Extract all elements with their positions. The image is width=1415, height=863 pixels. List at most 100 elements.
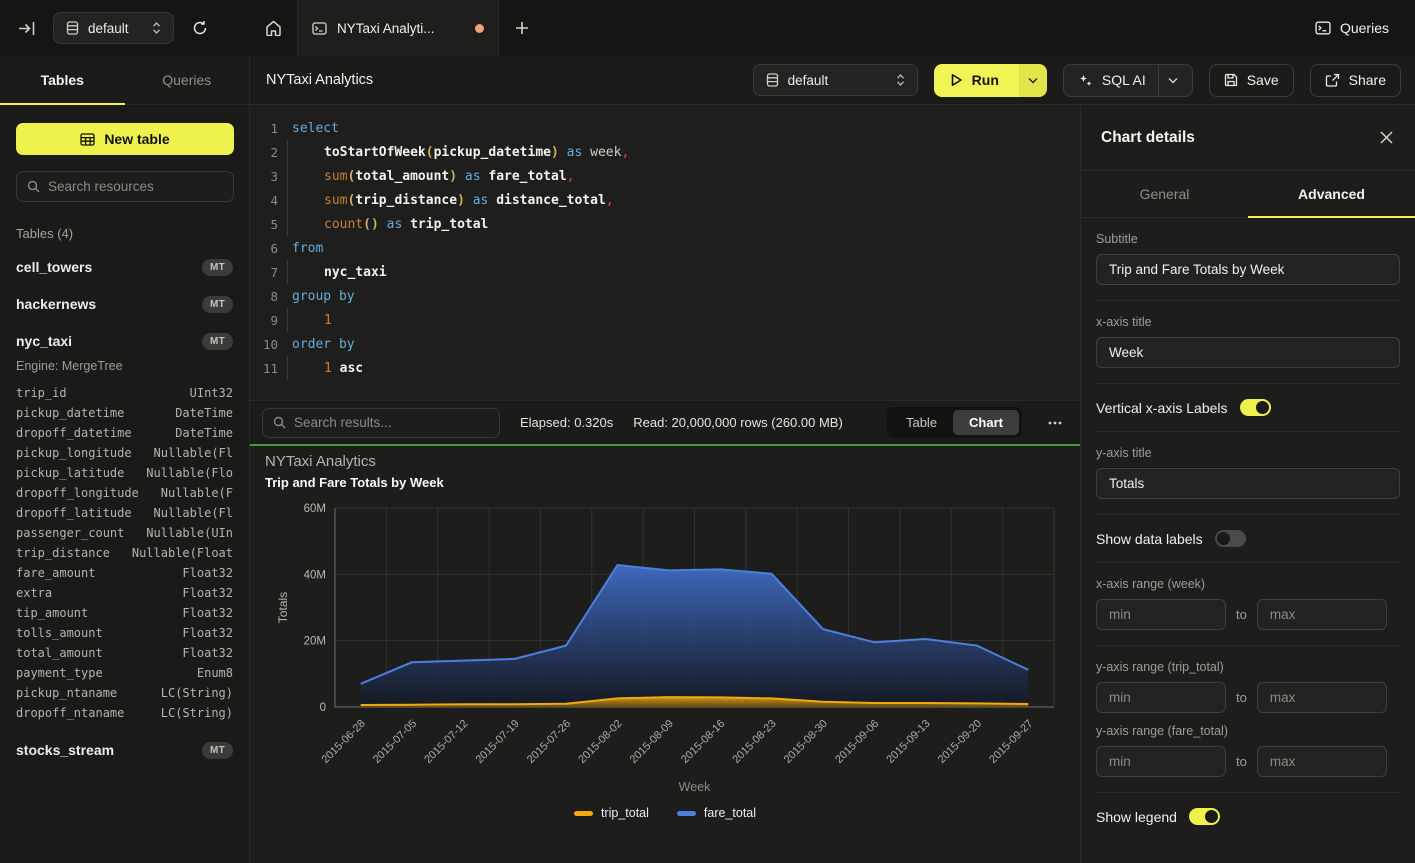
table-row[interactable]: stocks_streamMT: [16, 739, 233, 761]
run-button-group: Run: [934, 64, 1047, 97]
sidebar-tab-bar: TablesQueries: [0, 56, 250, 105]
column-name: dropoff_ntaname: [16, 706, 124, 720]
panel-tab-general[interactable]: General: [1081, 171, 1248, 217]
subtitle-input[interactable]: [1096, 254, 1400, 285]
vertical-x-labels-toggle[interactable]: [1240, 399, 1271, 416]
table-name: cell_towers: [16, 259, 92, 275]
token: ): [551, 145, 559, 160]
code-line: 111 asc: [250, 356, 1080, 380]
column-name: trip_distance: [16, 546, 110, 560]
save-button[interactable]: Save: [1209, 64, 1294, 97]
more-options-icon[interactable]: [1042, 421, 1068, 425]
legend-swatch: [574, 811, 593, 816]
legend-item-trip_total[interactable]: trip_total: [574, 806, 649, 820]
chart-plot[interactable]: 020M40M60MTotals2015-06-282015-07-052015…: [250, 446, 1080, 863]
results-search-input[interactable]: [294, 415, 489, 430]
column-row: tolls_amountFloat32: [16, 623, 233, 643]
sql-editor[interactable]: 1select2toStartOfWeek(pickup_datetime) a…: [250, 105, 1080, 400]
new-table-button[interactable]: New table: [16, 123, 234, 155]
legend-item-fare_total[interactable]: fare_total: [677, 806, 756, 820]
panel-tab-bar: GeneralAdvanced: [1081, 171, 1415, 218]
show-legend-row: Show legend: [1096, 793, 1400, 840]
database-selector[interactable]: default: [53, 12, 174, 44]
token: nyc_taxi: [324, 265, 387, 280]
queries-button[interactable]: Queries: [1315, 20, 1415, 36]
x-tick-label: 2015-07-05: [371, 718, 419, 766]
x-axis-range-max-input[interactable]: [1257, 599, 1387, 630]
column-type: Nullable(Fl: [154, 506, 233, 520]
y-axis-range-trip-min-input[interactable]: [1096, 682, 1226, 713]
sql-ai-options-button[interactable]: [1158, 65, 1178, 96]
view-toggle-table[interactable]: Table: [890, 410, 953, 435]
table-row[interactable]: nyc_taxiMT: [16, 330, 233, 352]
home-tab[interactable]: [250, 0, 297, 56]
y-axis-title-input[interactable]: [1096, 468, 1400, 499]
toolbar-database-selector[interactable]: default: [753, 64, 918, 96]
y-axis-range-trip-max-input[interactable]: [1257, 682, 1387, 713]
y-tick-label: 0: [320, 702, 326, 714]
x-tick-label: 2015-08-23: [730, 718, 778, 766]
x-tick-label: 2015-08-30: [782, 718, 830, 766]
chart-details-panel: Chart details GeneralAdvanced Subtitle x…: [1080, 105, 1415, 863]
y-axis-range-fare-max-input[interactable]: [1257, 746, 1387, 777]
column-type: Float32: [182, 586, 233, 600]
refresh-icon[interactable]: [192, 20, 208, 36]
column-name: tip_amount: [16, 606, 88, 620]
column-type: LC(String): [161, 686, 233, 700]
code-text: nyc_taxi: [287, 260, 387, 284]
x-tick-label: 2015-09-06: [833, 718, 881, 766]
share-button[interactable]: Share: [1310, 64, 1401, 97]
sidebar-tab-tables[interactable]: Tables: [0, 56, 125, 104]
run-label: Run: [972, 72, 999, 88]
table-row[interactable]: hackernewsMT: [16, 293, 233, 315]
column-name: dropoff_longitude: [16, 486, 139, 500]
new-tab-button[interactable]: [499, 0, 545, 56]
query-tab[interactable]: NYTaxi Analyti...: [297, 0, 499, 56]
show-data-labels-label: Show data labels: [1096, 531, 1203, 547]
toolbar-database-value: default: [788, 73, 829, 88]
y-tick-label: 20M: [304, 636, 326, 648]
y-axis-title: Totals: [276, 592, 290, 623]
queries-label: Queries: [1340, 20, 1389, 36]
line-number: 5: [250, 217, 278, 232]
table-name: nyc_taxi: [16, 333, 72, 349]
run-options-button[interactable]: [1019, 64, 1047, 97]
sidebar-tab-queries[interactable]: Queries: [125, 56, 250, 104]
play-icon: [950, 73, 963, 87]
legend-label: trip_total: [601, 806, 649, 820]
run-button[interactable]: Run: [934, 64, 1019, 97]
x-tick-label: 2015-09-13: [884, 718, 932, 766]
sql-ai-button[interactable]: SQL AI: [1063, 64, 1193, 97]
token: pickup_datetime: [434, 145, 551, 160]
close-icon[interactable]: [1380, 131, 1393, 144]
column-type: Enum8: [197, 666, 233, 680]
x-tick-label: 2015-09-27: [987, 718, 1035, 766]
column-type: Float32: [182, 566, 233, 580]
token: (: [426, 145, 434, 160]
column-row: trip_distanceNullable(Float: [16, 543, 233, 563]
show-data-labels-toggle[interactable]: [1215, 530, 1246, 547]
token: [379, 217, 387, 232]
code-line: 1select: [250, 116, 1080, 140]
collapse-sidebar-icon[interactable]: [18, 21, 35, 36]
resource-search-input[interactable]: [48, 179, 223, 194]
column-type: DateTime: [175, 406, 233, 420]
y-axis-range-fare-min-input[interactable]: [1096, 746, 1226, 777]
token: as: [567, 145, 583, 160]
show-legend-toggle[interactable]: [1189, 808, 1220, 825]
share-label: Share: [1349, 72, 1386, 88]
column-row: fare_amountFloat32: [16, 563, 233, 583]
panel-tab-advanced[interactable]: Advanced: [1248, 171, 1415, 217]
line-number: 9: [250, 313, 278, 328]
x-axis-range-min-input[interactable]: [1096, 599, 1226, 630]
subtitle-field: Subtitle: [1096, 218, 1400, 301]
column-name: pickup_datetime: [16, 406, 124, 420]
code-line: 2toStartOfWeek(pickup_datetime) as week,: [250, 140, 1080, 164]
table-row[interactable]: cell_towersMT: [16, 256, 233, 278]
column-type: DateTime: [175, 426, 233, 440]
columns-list: trip_idUInt32pickup_datetimeDateTimedrop…: [16, 383, 233, 723]
view-toggle-chart[interactable]: Chart: [953, 410, 1019, 435]
x-axis-title-input[interactable]: [1096, 337, 1400, 368]
code-line: 8group by: [250, 284, 1080, 308]
range-to-label: to: [1236, 754, 1247, 769]
